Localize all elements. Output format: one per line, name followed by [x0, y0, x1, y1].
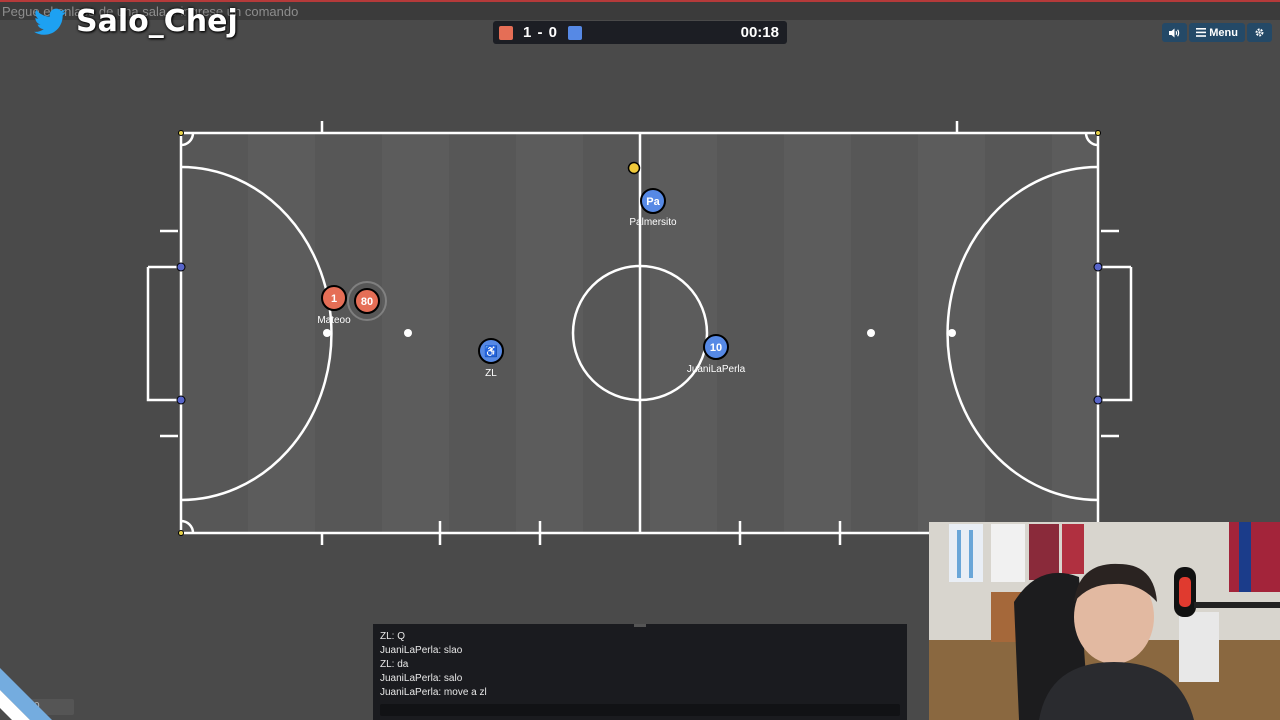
flag-corner-left: [0, 668, 52, 720]
player-number: Pa: [646, 196, 660, 208]
ball: [627, 161, 641, 175]
menu-label: Menu: [1209, 26, 1238, 39]
webcam-feed: [929, 522, 1280, 720]
chat-resize-handle[interactable]: [634, 624, 646, 627]
player-number: ♿: [484, 345, 498, 358]
player-number: 1: [331, 293, 337, 305]
player-name: Mateoo: [317, 315, 351, 326]
menu-button[interactable]: Menu: [1189, 23, 1245, 42]
red-team-indicator: [499, 25, 513, 40]
player-name: ZL: [485, 368, 497, 379]
player-name: JuaniLaPerla: [687, 364, 746, 375]
match-score: 1 - 0: [523, 24, 559, 41]
gear-icon: [1255, 28, 1264, 37]
webcam-image: [929, 522, 1280, 720]
match-timer: 00:18: [740, 24, 779, 41]
player-number: 80: [361, 296, 373, 308]
chat-message: JuaniLaPerla: move a zl: [380, 687, 487, 698]
speaker-icon: [1169, 28, 1180, 37]
sound-button[interactable]: [1162, 23, 1188, 42]
chat-message: JuaniLaPerla: slao: [380, 645, 463, 656]
hamburger-icon: [1196, 28, 1207, 37]
top-toolbar: Menu: [1162, 23, 1272, 42]
scoreboard: 1 - 0 00:18: [493, 21, 787, 44]
chat-message: ZL: da: [380, 659, 409, 670]
player-name: Palmersito: [629, 217, 677, 228]
settings-button[interactable]: [1247, 23, 1272, 42]
chat-message: JuaniLaPerla: salo: [380, 673, 463, 684]
chat-input[interactable]: [380, 704, 900, 716]
chat-message: ZL: Q: [380, 631, 406, 642]
blue-team-indicator: [568, 25, 583, 40]
player-number: 10: [710, 342, 722, 354]
